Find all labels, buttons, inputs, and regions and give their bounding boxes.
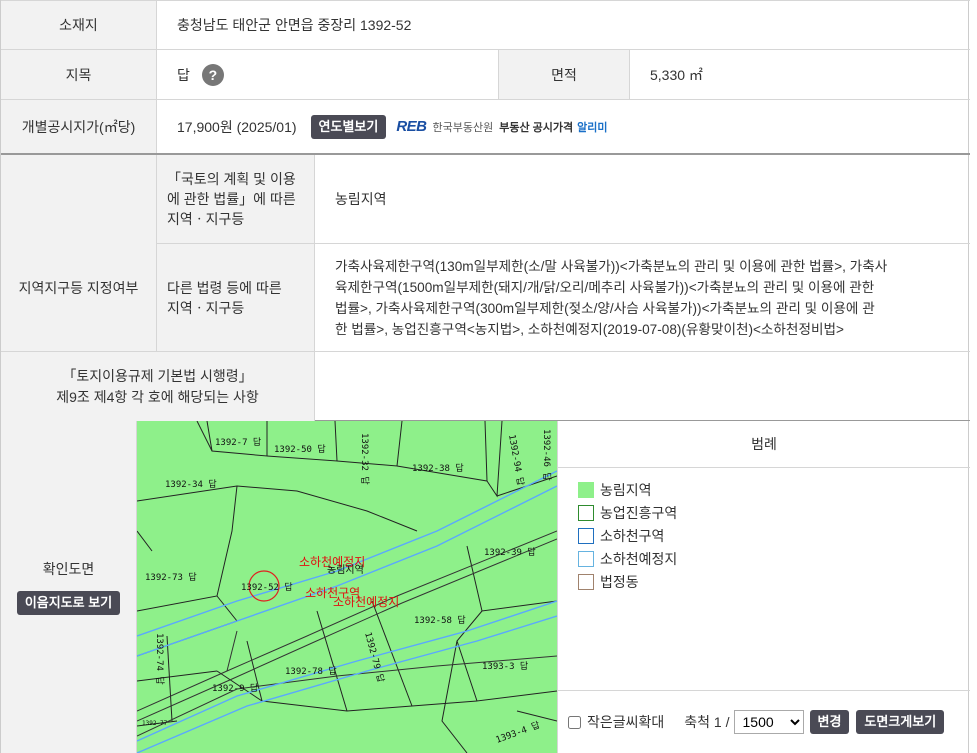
- area-value: 5,330 ㎡: [650, 66, 703, 83]
- legend-label: 농업진흥구역: [600, 504, 678, 521]
- zone-sub1-label-line1: 「국토의 계획 및 이용: [167, 171, 296, 187]
- regulation-label-line2: 제9조 제4항 각 호에 해당되는 사항: [56, 388, 259, 405]
- map-label-cell: 확인도면 이음지도로 보기: [1, 421, 137, 753]
- zone-sub2-label: 다른 법령 등에 따른 지역ㆍ지구등: [157, 244, 315, 351]
- legend-item: 소하천구역: [578, 524, 970, 547]
- eum-map-button[interactable]: 이음지도로 보기: [16, 591, 121, 615]
- cadastral-map[interactable]: 1392-7 답 1392-50 답 1392-32 답 1392-38 답 1…: [137, 421, 557, 753]
- zone-sub2-value: 가축사육제한구역(130m일부제한(소/말 사육불가))<가축분뇨의 관리 및 …: [315, 244, 970, 351]
- parcel-label: 1392-46 답: [541, 429, 553, 481]
- zone-sub1-label: 「국토의 계획 및 이용 에 관한 법률」에 따른 지역ㆍ지구등: [157, 155, 315, 244]
- zone-sub2-line3: 법률>, 가축사육제한구역(300m일부제한(젖소/양/사슴 사육불가))<가축…: [335, 300, 875, 316]
- overlay-label: 농림지역: [327, 564, 364, 576]
- zone-sub1-label-line2: 에 관한 법률」에 따른: [167, 191, 296, 207]
- parcel-label: 1392-58 답: [414, 614, 466, 626]
- small-text-enlarge-checkbox[interactable]: [568, 715, 581, 729]
- land-use-plan-sheet: 소재지 충청남도 태안군 안면읍 중장리 1392-52 지목 답 ? 면적 5…: [0, 0, 970, 753]
- map-controls: 작은글씨확대 축척 1 / 1500 변경 도면크게보기: [557, 690, 970, 753]
- parcel-label: 1393-3 답: [482, 660, 528, 672]
- legend-label: 소하천구역: [600, 527, 665, 544]
- landcat-value: 답: [177, 66, 190, 83]
- scale-label: 축척 1 /: [684, 714, 730, 730]
- landcat-label: 지목: [1, 50, 157, 99]
- legend-title: 범례: [557, 421, 970, 468]
- parcel-label: 1392-78 답: [285, 665, 337, 677]
- help-icon[interactable]: ?: [201, 63, 224, 86]
- reb-logo-icon: REB: [396, 118, 427, 135]
- zone-sub1-value: 농림지역: [315, 155, 970, 244]
- legend-item: 법정동: [578, 570, 970, 593]
- zone-sub2-line1: 가축사육제한구역(130m일부제한(소/말 사육불가))<가축분뇨의 관리 및 …: [335, 258, 888, 274]
- legend-label: 소하천예정지: [600, 550, 678, 567]
- legend-item: 소하천예정지: [578, 547, 970, 570]
- zone-sub2-label-line2: 지역ㆍ지구등: [167, 299, 245, 316]
- parcel-label: 1392-52 답: [241, 581, 293, 593]
- price-label: 개별공시지가(㎡당): [1, 100, 157, 153]
- reb-service-name: 부동산 공시가격: [499, 121, 574, 134]
- legend-item: 농림지역: [578, 478, 970, 501]
- yearly-view-button[interactable]: 연도별보기: [310, 114, 387, 139]
- enlarge-map-button[interactable]: 도면크게보기: [856, 710, 945, 734]
- legend-swatch: [578, 550, 594, 567]
- area-label: 면적: [499, 50, 630, 99]
- legend-swatch: [578, 481, 594, 498]
- zone-sub2-line2: 육제한구역(1500m일부제한(돼지/개/닭/오리/메추리 사육불가))<가축분…: [335, 279, 875, 295]
- landcat-cell: 답 ?: [157, 50, 499, 99]
- map-row: 확인도면 이음지도로 보기 1392-7 답 1392-50 답 1392-32…: [1, 421, 970, 753]
- legend-list: 농림지역 농업진흥구역 소하천구역 소하천예정지 법정동: [557, 468, 970, 690]
- map-label: 확인도면: [42, 561, 95, 577]
- zone-sub2-label-line1: 다른 법령 등에 따른: [167, 279, 282, 296]
- price-row: 개별공시지가(㎡당) 17,900원 (2025/01) 연도별보기 REB 한…: [1, 100, 970, 155]
- parcel-label: 1392-9 답: [212, 682, 258, 694]
- reb-org-name: 한국부동산원: [432, 121, 494, 134]
- price-value: 17,900원 (2025/01): [177, 118, 297, 135]
- overlay-label: 소하천예정지: [333, 594, 399, 609]
- parcel-label: 1392-38 답: [412, 462, 464, 474]
- parcel-label: 1392-7 답: [215, 436, 261, 448]
- parcel-label: 1392-50 답: [274, 443, 326, 455]
- parcel-label: 1392-34 답: [165, 478, 217, 490]
- parcel-label: 1392-77: [142, 720, 168, 727]
- change-scale-button[interactable]: 변경: [809, 710, 850, 734]
- reb-app-name: 알리미: [577, 121, 608, 134]
- regulation-label: 「토지이용규제 기본법 시행령」 제9조 제4항 각 호에 해당되는 사항: [1, 351, 315, 421]
- small-text-enlarge-label: 작은글씨확대: [587, 714, 665, 730]
- zone-row: 지역지구등 지정여부 「국토의 계획 및 이용 에 관한 법률」에 따른 지역ㆍ…: [1, 155, 970, 421]
- legend-swatch: [578, 573, 594, 590]
- legend-label: 법정동: [600, 573, 639, 590]
- location-label: 소재지: [1, 1, 157, 49]
- regulation-value: [315, 351, 970, 421]
- parcel-label: 1392-32 답: [359, 433, 371, 485]
- landcat-row: 지목 답 ? 면적 5,330 ㎡: [1, 50, 970, 100]
- price-cell: 17,900원 (2025/01) 연도별보기 REB 한국부동산원 부동산 공…: [157, 100, 970, 153]
- legend-swatch: [578, 527, 594, 544]
- legend-item: 농업진흥구역: [578, 501, 970, 524]
- regulation-label-line1: 「토지이용규제 기본법 시행령」: [62, 367, 253, 384]
- parcel-label: 1392-39 답: [484, 546, 536, 558]
- location-row: 소재지 충청남도 태안군 안면읍 중장리 1392-52: [1, 0, 970, 50]
- zone-sub2-line4: 한 법률>, 농업진흥구역<농지법>, 소하천예정지(2019-07-08)(유…: [335, 321, 844, 337]
- zone-sub1-label-line3: 지역ㆍ지구등: [167, 211, 245, 227]
- cadastral-map-svg: 1392-7 답 1392-50 답 1392-32 답 1392-38 답 1…: [137, 421, 557, 753]
- legend-swatch: [578, 504, 594, 521]
- parcel-label: 1392-73 답: [145, 571, 197, 583]
- location-value: 충청남도 태안군 안면읍 중장리 1392-52: [177, 17, 412, 33]
- legend-label: 농림지역: [600, 481, 652, 498]
- reb-price-alimi-link[interactable]: REB 한국부동산원 부동산 공시가격 알리미: [396, 118, 607, 135]
- scale-select[interactable]: 1500: [733, 710, 804, 734]
- parcel-label: 1392-74 답: [154, 633, 166, 685]
